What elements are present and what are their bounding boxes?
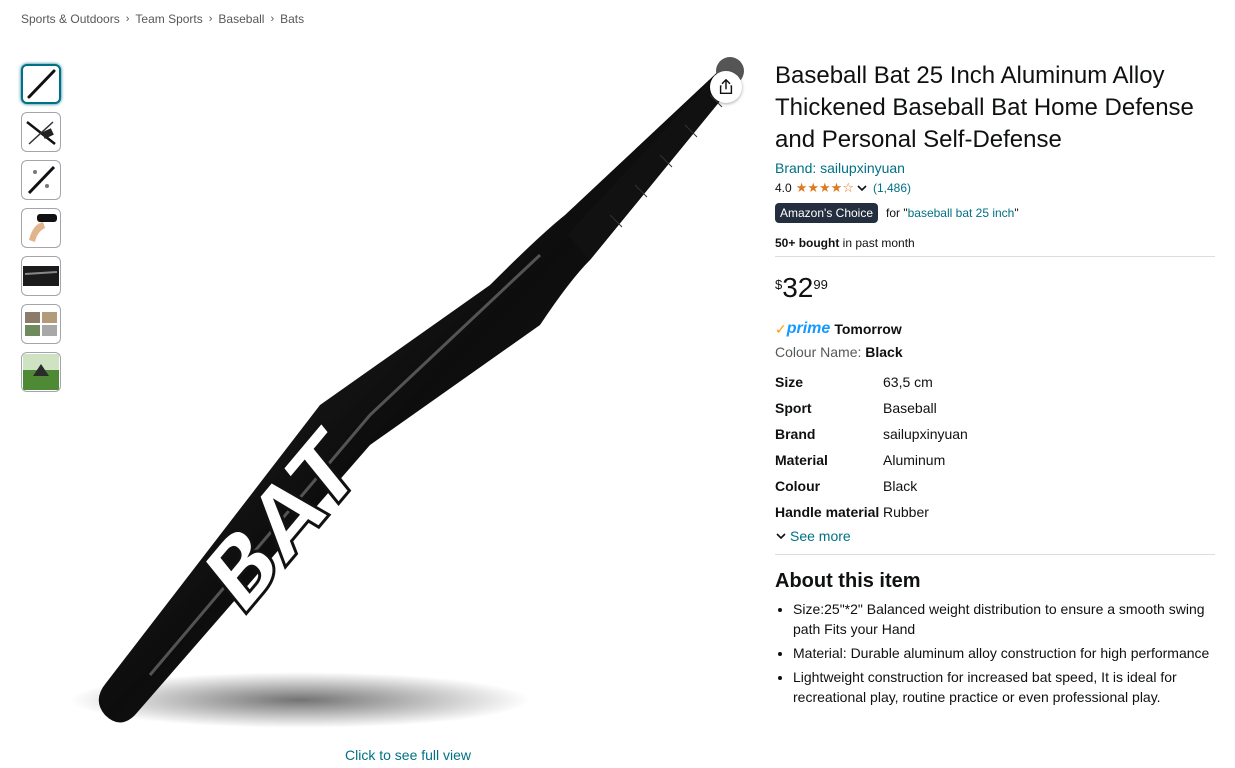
spec-row: Size 63,5 cm (775, 372, 1215, 392)
share-button[interactable] (710, 71, 742, 103)
spec-table: Size 63,5 cm Sport Baseball Brand sailup… (775, 372, 1215, 522)
outdoor-thumb-icon (23, 354, 59, 390)
choice-for-prefix: for " (886, 206, 908, 220)
about-bullet: Size:25"*2" Balanced weight distribution… (793, 599, 1215, 639)
spec-value: Black (883, 478, 918, 494)
brand-link[interactable]: Brand: sailupxinyuan (775, 160, 1215, 176)
about-title: About this item (775, 570, 921, 592)
thumbnail-1[interactable] (21, 64, 61, 104)
prime-logo: prime (786, 320, 831, 337)
bought-rest: in past month (839, 236, 915, 250)
spec-value: 63,5 cm (883, 374, 933, 390)
amazons-choice-row: Amazon's Choice for "baseball bat 25 inc… (775, 203, 1215, 223)
thumbnail-3[interactable] (21, 160, 61, 200)
spec-key: Material (775, 452, 828, 468)
full-view-link[interactable]: Click to see full view (345, 747, 471, 763)
about-bullet: Material: Durable aluminum alloy constru… (793, 643, 1215, 663)
about-bullets: Size:25"*2" Balanced weight distribution… (775, 599, 1215, 707)
breadcrumb-separator: › (208, 13, 213, 25)
thumbnail-7[interactable] (21, 352, 61, 392)
bat-set-thumb-icon (26, 121, 56, 145)
breadcrumb-item-team-sports[interactable]: Team Sports (135, 12, 202, 26)
product-main-image[interactable]: BAT (70, 55, 760, 745)
spec-row: Sport Baseball (775, 398, 1215, 418)
star-empty-icon: ☆ (842, 180, 854, 195)
spec-value: sailupxinyuan (883, 426, 968, 442)
breadcrumb-separator: › (125, 13, 130, 25)
choice-query-link[interactable]: baseball bat 25 inch (908, 206, 1015, 220)
chevron-down-icon (776, 533, 786, 540)
spec-key: Sport (775, 400, 812, 416)
divider (775, 256, 1215, 257)
rating-value: 4.0 (775, 181, 792, 195)
share-icon (719, 79, 733, 95)
spec-row: Brand sailupxinyuan (775, 424, 1215, 444)
thumbnail-6[interactable] (21, 304, 61, 344)
prime-check-icon: ✓ (775, 320, 787, 337)
price-fraction: 99 (813, 277, 828, 292)
see-more-label: See more (790, 528, 851, 544)
bat-closeup-thumb-icon (23, 266, 59, 286)
price-whole: 32 (782, 272, 814, 303)
star-rating[interactable]: ★ ★ ★ ★ ☆ (796, 181, 854, 195)
star-full-icon: ★ (819, 180, 831, 195)
divider (775, 554, 1215, 555)
breadcrumb-item-bats[interactable]: Bats (280, 12, 304, 26)
breadcrumb-item-baseball[interactable]: Baseball (218, 12, 264, 26)
chevron-down-icon[interactable] (856, 182, 868, 194)
spec-key: Brand (775, 426, 816, 442)
spec-key: Handle material (775, 504, 880, 520)
spec-row: Colour Black (775, 476, 1215, 496)
hand-grip-thumb-icon (29, 214, 57, 242)
star-full-icon: ★ (795, 180, 808, 195)
star-full-icon: ★ (807, 180, 819, 195)
spec-key: Colour (775, 478, 821, 494)
product-title: Baseball Bat 25 Inch Aluminum Alloy Thic… (775, 62, 1194, 153)
price-symbol: $ (775, 277, 783, 292)
thumbnail-2[interactable] (21, 112, 61, 152)
spec-row: Handle material Rubber (775, 502, 1215, 522)
review-count-link[interactable]: (1,486) (873, 181, 911, 195)
product-details: Baseball Bat 25 Inch Aluminum Alloy Thic… (775, 60, 1215, 711)
about-bullet: Lightweight construction for increased b… (793, 667, 1215, 707)
colour-value: Black (865, 344, 903, 360)
delivery-date: Tomorrow (834, 321, 902, 337)
price: $ 32 99 (775, 273, 1215, 303)
prime-delivery: ✓ prime Tomorrow (775, 320, 1215, 338)
breadcrumb: Sports & Outdoors › Team Sports › Baseba… (21, 12, 304, 26)
choice-for-label: for "baseball bat 25 inch" (886, 206, 1019, 220)
spec-row: Material Aluminum (775, 450, 1215, 470)
amazons-choice-badge[interactable]: Amazon's Choice (775, 203, 878, 223)
rating-row: 4.0 ★ ★ ★ ★ ☆ (1,486) (775, 181, 1215, 196)
choice-for-suffix: " (1014, 206, 1019, 220)
bought-bold: 50+ bought (775, 236, 840, 250)
breadcrumb-separator: › (270, 13, 275, 25)
spec-value: Baseball (883, 400, 937, 416)
thumbnail-5[interactable] (21, 256, 61, 296)
bat-thumb-icon (27, 69, 56, 99)
spec-value: Rubber (883, 504, 929, 520)
bought-count: 50+ bought in past month (775, 236, 1215, 250)
spec-key: Size (775, 374, 804, 390)
colour-label: Colour Name: (775, 344, 866, 360)
see-more-link[interactable]: See more (775, 528, 1215, 544)
bat-detail-thumb-icon (27, 165, 56, 195)
thumbnail-4[interactable] (21, 208, 61, 248)
colour-name: Colour Name: Black (775, 344, 1215, 360)
star-full-icon: ★ (830, 180, 843, 195)
lifestyle-thumb-icon (25, 312, 57, 336)
thumbnail-strip (21, 64, 61, 392)
breadcrumb-item-sports-outdoors[interactable]: Sports & Outdoors (21, 12, 120, 26)
spec-value: Aluminum (883, 452, 946, 468)
